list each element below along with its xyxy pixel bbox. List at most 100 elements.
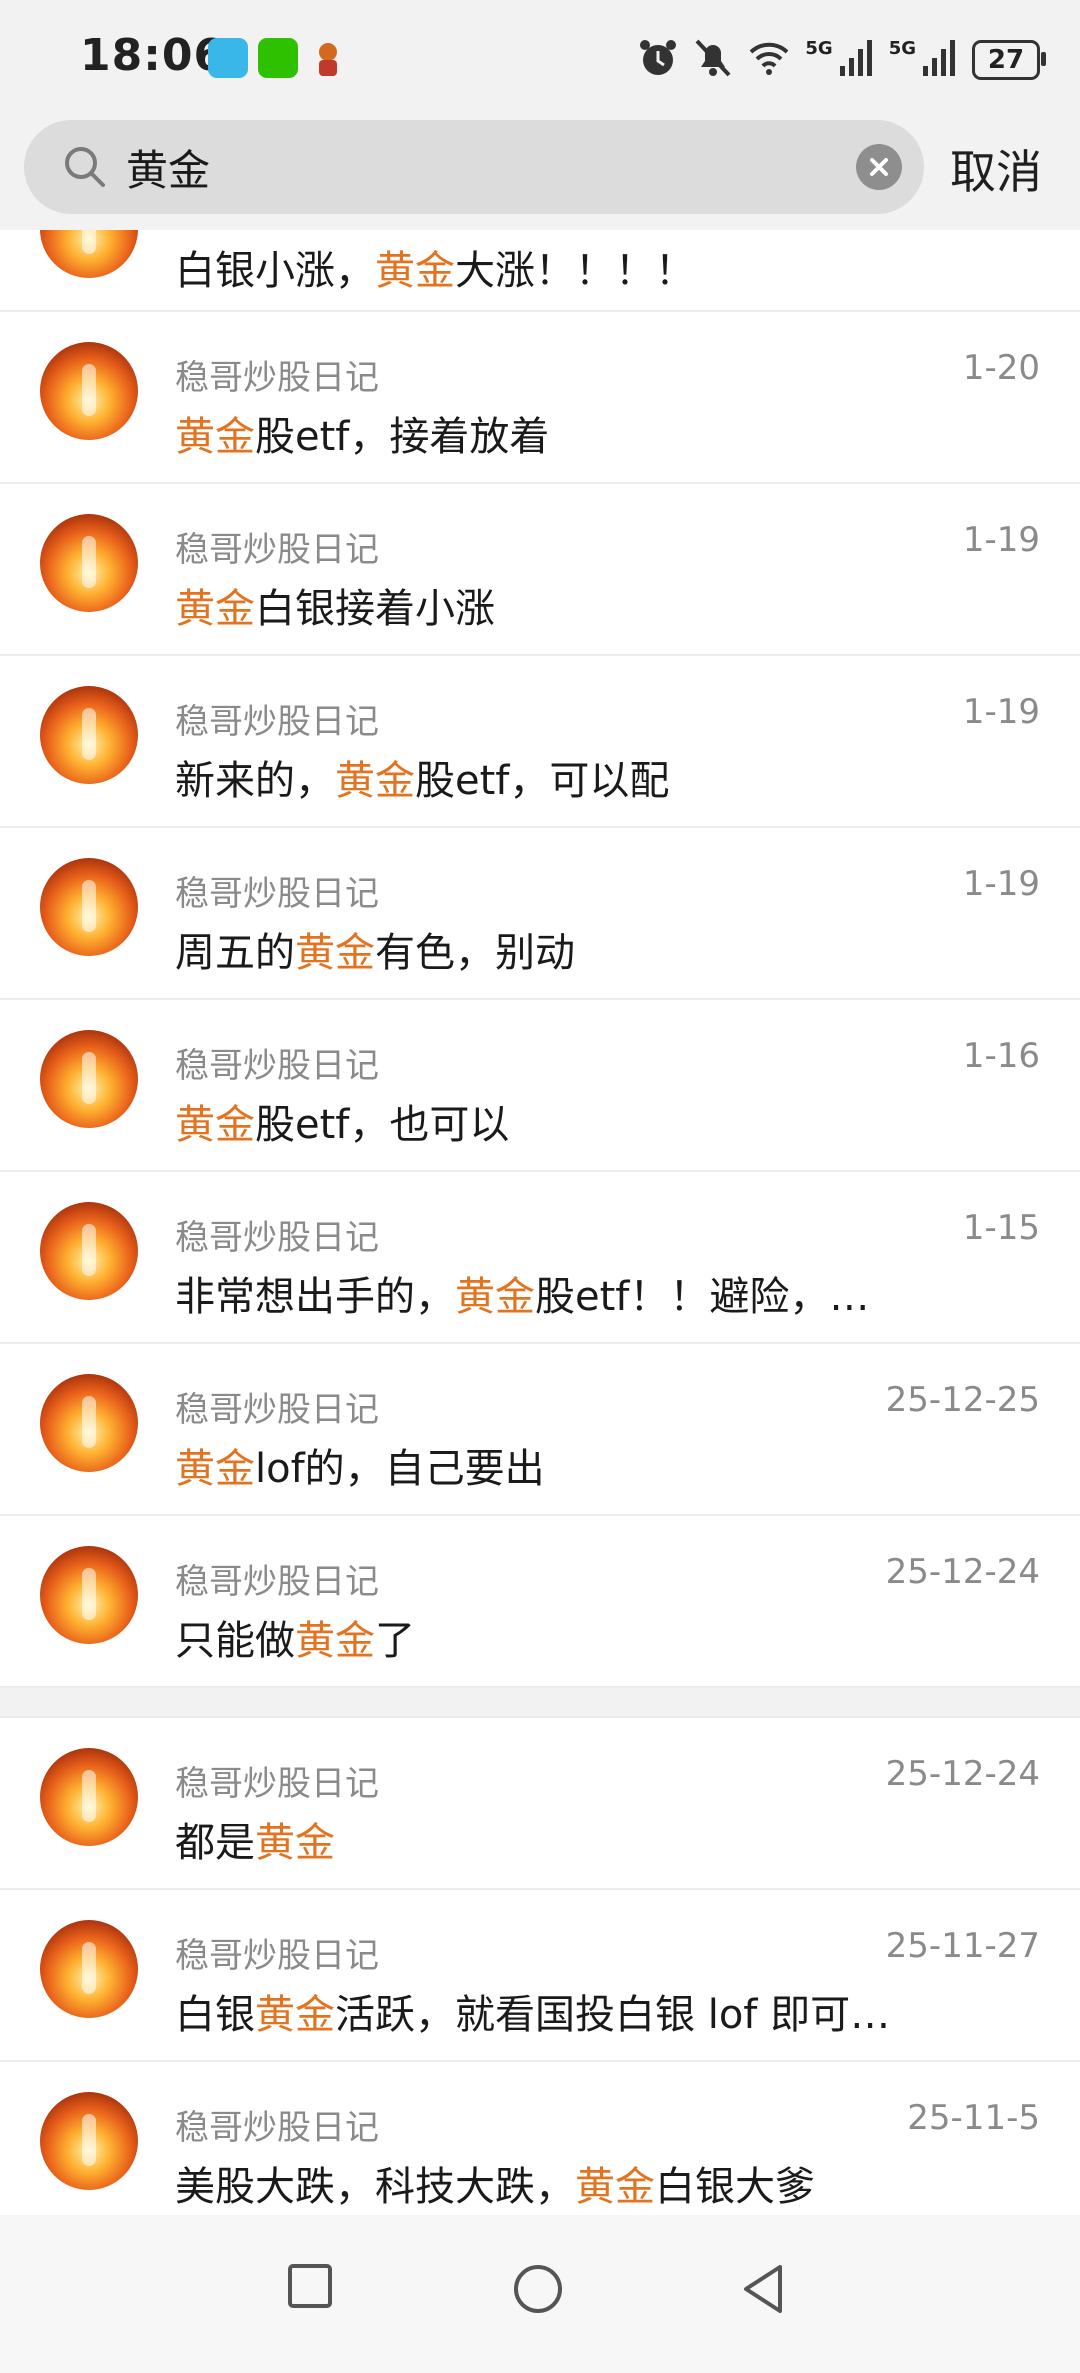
list-item[interactable]: 稳哥炒股日记 25-11-5 美股大跌，科技大跌，黄金白银大爹 [0,2062,1080,2234]
snippet-text: 美股大跌，科技大跌， [175,2164,575,2210]
avatar[interactable] [40,342,138,440]
post-snippet: 非常想出手的，黄金股etf！！避险，… [175,1264,869,1322]
search-results-list: 白银小涨，黄金大涨！！！！ 稳哥炒股日记 1-20 黄金股etf，接着放着 稳哥炒股日记… [0,230,1080,2234]
post-snippet: 黄金白银接着小涨 [175,576,495,634]
post-snippet: 新来的，黄金股etf，可以配 [175,748,669,806]
avatar[interactable] [40,686,138,784]
keyword-highlight: 黄金 [575,2164,655,2210]
post-date: 25-12-24 [885,1754,1040,1794]
avatar[interactable] [40,1920,138,2018]
snippet-text: 大涨！！！！ [455,248,695,294]
back-triangle-icon [744,2265,782,2313]
snippet-text: 活跃，就看国投白银 lof 即可… [335,1992,891,2038]
post-snippet: 白银小涨，黄金大涨！！！！ [175,238,695,296]
wechat-icon [258,38,298,78]
list-item[interactable]: 稳哥炒股日记 25-12-24 都是黄金 [0,1718,1080,1890]
avatar[interactable] [40,1546,138,1644]
post-snippet: 都是黄金 [175,1810,335,1868]
list-item[interactable]: 稳哥炒股日记 1-16 黄金股etf，也可以 [0,1000,1080,1172]
post-snippet: 黄金股etf，也可以 [175,1092,509,1150]
post-snippet: 美股大跌，科技大跌，黄金白银大爹 [175,2154,815,2212]
author-name: 稳哥炒股日记 [175,1936,379,1976]
wifi-icon [747,38,791,82]
status-time: 18:06 [80,30,226,81]
post-snippet: 周五的黄金有色，别动 [175,920,575,978]
signal-icon [922,38,958,82]
avatar[interactable] [40,514,138,612]
list-item[interactable]: 稳哥炒股日记 1-15 非常想出手的，黄金股etf！！避险，… [0,1172,1080,1344]
keyword-highlight: 黄金 [175,586,255,632]
list-item[interactable]: 稳哥炒股日记 1-20 黄金股etf，接着放着 [0,312,1080,484]
clear-search-button[interactable] [856,144,902,190]
snippet-text: lof的，自己要出 [255,1446,545,1492]
author-name: 稳哥炒股日记 [175,2108,379,2148]
list-item[interactable]: 稳哥炒股日记 1-19 新来的，黄金股etf，可以配 [0,656,1080,828]
post-date: 1-19 [962,520,1040,560]
battery-indicator: 27 [972,40,1046,80]
signal-icon [839,38,875,82]
keyword-highlight: 黄金 [375,248,455,294]
home-button[interactable] [512,2263,564,2319]
post-date: 1-20 [962,348,1040,388]
network-label-2: 5G [888,38,916,59]
list-item[interactable]: 稳哥炒股日记 25-12-25 黄金lof的，自己要出 [0,1344,1080,1516]
snippet-text: 周五的 [175,930,295,976]
list-item[interactable]: 稳哥炒股日记 25-11-27 白银黄金活跃，就看国投白银 lof 即可… [0,1890,1080,2062]
keyword-highlight: 黄金 [175,1446,255,1492]
keyword-highlight: 黄金 [255,1820,335,1866]
author-name: 稳哥炒股日记 [175,874,379,914]
keyword-highlight: 黄金 [335,758,415,804]
list-item[interactable]: 白银小涨，黄金大涨！！！！ [0,230,1080,312]
snippet-text: 白银接着小涨 [255,586,495,632]
snippet-text: 白银小涨， [175,248,375,294]
avatar[interactable] [40,1374,138,1472]
network-label-1: 5G [805,38,833,59]
post-snippet: 黄金lof的，自己要出 [175,1436,545,1494]
snippet-text: 非常想出手的， [175,1274,455,1320]
keyword-highlight: 黄金 [455,1274,535,1320]
avatar[interactable] [40,2092,138,2190]
recents-button[interactable] [287,2263,333,2313]
keyword-highlight: 黄金 [175,1102,255,1148]
fortune-app-icon [308,38,348,78]
author-name: 稳哥炒股日记 [175,1562,379,1602]
list-item[interactable]: 稳哥炒股日记 1-19 黄金白银接着小涨 [0,484,1080,656]
system-nav-bar [0,2215,1080,2373]
snippet-text: 只能做 [175,1618,295,1664]
list-gap [0,1688,1080,1718]
back-button[interactable] [740,2263,786,2319]
snippet-text: 了 [375,1618,415,1664]
keyword-highlight: 黄金 [255,1992,335,2038]
author-name: 稳哥炒股日记 [175,530,379,570]
author-name: 稳哥炒股日记 [175,702,379,742]
search-input[interactable] [126,138,826,196]
avatar[interactable] [40,1748,138,1846]
square-icon [288,2264,332,2308]
snippet-text: 股etf，可以配 [415,758,670,804]
avatar[interactable] [40,1030,138,1128]
search-icon [60,142,110,196]
list-item[interactable]: 稳哥炒股日记 25-12-24 只能做黄金了 [0,1516,1080,1688]
snippet-text: 新来的， [175,758,335,804]
book-app-icon [208,38,248,78]
avatar[interactable] [40,858,138,956]
post-date: 25-11-5 [907,2098,1040,2138]
circle-icon [514,2265,562,2313]
avatar[interactable] [40,1202,138,1300]
snippet-text: 白银 [175,1992,255,2038]
keyword-highlight: 黄金 [295,1618,375,1664]
close-icon [870,158,888,176]
post-snippet: 黄金股etf，接着放着 [175,404,549,462]
snippet-text: 股etf，也可以 [255,1102,510,1148]
search-box[interactable] [24,120,924,214]
post-date: 25-11-27 [885,1926,1040,1966]
list-item[interactable]: 稳哥炒股日记 1-19 周五的黄金有色，别动 [0,828,1080,1000]
avatar[interactable] [40,230,138,278]
author-name: 稳哥炒股日记 [175,1390,379,1430]
author-name: 稳哥炒股日记 [175,358,379,398]
cancel-button[interactable]: 取消 [950,136,1042,202]
status-indicators: 5G 5G 27 [637,32,1046,88]
mute-bell-icon [693,37,733,83]
post-date: 25-12-25 [885,1380,1040,1420]
snippet-text: 有色，别动 [375,930,575,976]
